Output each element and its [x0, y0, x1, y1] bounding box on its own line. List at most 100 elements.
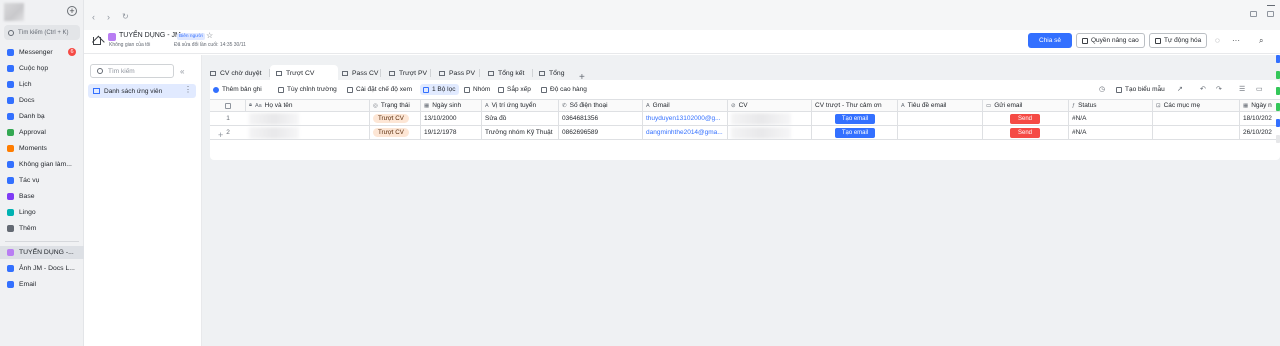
view-settings-button[interactable]: Cài đặt chế độ xem — [347, 84, 412, 95]
column-header-email-subject[interactable]: A Tiêu đề email — [898, 99, 983, 112]
cell-date[interactable]: 18/10/202 — [1240, 112, 1280, 126]
cell-phone[interactable]: 0862696589 — [559, 126, 643, 140]
create-email-button[interactable]: Tạo email — [835, 113, 875, 124]
cell-name[interactable] — [246, 112, 370, 126]
pinned-item-recruitment[interactable]: TUYỂN DỤNG -... — [0, 246, 84, 259]
tab-cv-passed[interactable]: Pass CV — [336, 65, 384, 81]
plugin-marker[interactable] — [1276, 55, 1280, 63]
more-vertical-icon[interactable]: ⋮ — [184, 85, 192, 94]
column-header-dob[interactable]: ▦ Ngày sinh — [421, 99, 482, 112]
sidebar-item-meetings[interactable]: Cuộc họp — [0, 62, 84, 75]
sidebar-item-lingo[interactable]: Lingo — [0, 206, 84, 219]
sidebar-item-contacts[interactable]: Danh bạ — [0, 110, 84, 123]
avatar[interactable] — [4, 3, 24, 21]
cell-cv[interactable] — [728, 112, 812, 126]
sidebar-item-calendar[interactable]: Lịch — [0, 78, 84, 91]
tab-cv-pending[interactable]: CV chờ duyệt — [204, 65, 267, 81]
tab-summary[interactable]: Tổng kết — [482, 65, 530, 81]
cell-status-formula[interactable]: #N/A — [1069, 112, 1153, 126]
row-number[interactable]: 2 — [210, 126, 246, 140]
column-header-date[interactable]: ▦ Ngày n — [1240, 99, 1280, 112]
back-icon[interactable]: ‹ — [92, 12, 95, 22]
column-header-status[interactable]: ◎ Trạng thái — [370, 99, 421, 112]
cell-cv-thanks[interactable]: Tạo email — [812, 112, 898, 126]
column-header-parent-items[interactable]: ⊡ Các mục mẹ — [1153, 99, 1240, 112]
table-search-input[interactable]: Tìm kiếm — [90, 64, 174, 78]
pinned-item-email[interactable]: Email — [0, 278, 84, 291]
star-icon[interactable]: ☆ — [206, 31, 213, 40]
cell-dob[interactable]: 13/10/2000 — [421, 112, 482, 126]
sidebar-item-more[interactable]: Thêm — [0, 222, 84, 235]
pinned-item-docs[interactable]: Ảnh JM - Docs L... — [0, 262, 84, 275]
window-icon[interactable] — [1250, 11, 1257, 17]
cell-date[interactable]: 26/10/202 — [1240, 126, 1280, 140]
row-number[interactable]: 1 — [210, 112, 246, 126]
reload-icon[interactable]: ↻ — [122, 12, 129, 21]
more-icon[interactable]: ··· — [1232, 37, 1240, 45]
column-header-position[interactable]: A Vị trí ứng tuyển — [482, 99, 559, 112]
undo-icon[interactable]: ↶ — [1200, 86, 1206, 93]
table-item-candidates[interactable]: Danh sách ứng viên ⋮ — [88, 84, 196, 98]
sidebar-item-base[interactable]: Base — [0, 190, 84, 203]
column-header-cv-thanks[interactable]: CV trượt - Thư cảm ơn — [812, 99, 898, 112]
cell-email-subject[interactable] — [898, 112, 983, 126]
cell-parent-items[interactable] — [1153, 126, 1240, 140]
select-all-checkbox[interactable] — [224, 102, 231, 109]
cell-gmail[interactable]: dangminhthe2014@gma... — [643, 126, 728, 140]
tab-interview-failed[interactable]: Trượt PV — [383, 65, 433, 81]
column-header-status-formula[interactable]: ƒ Status — [1069, 99, 1153, 112]
minimize-icon[interactable] — [1267, 5, 1275, 6]
plugin-marker[interactable] — [1276, 119, 1280, 127]
sort-button[interactable]: Sắp xếp — [498, 84, 531, 95]
column-header-phone[interactable]: ✆ Số điện thoại — [559, 99, 643, 112]
cell-position[interactable]: Trưởng nhóm Kỹ Thuật — [482, 126, 559, 140]
create-form-button[interactable]: Tạo biểu mẫu — [1116, 84, 1165, 95]
cell-status[interactable]: Trượt CV — [370, 126, 421, 140]
search-icon[interactable]: ⌕ — [1259, 37, 1263, 45]
sidebar-item-workspace[interactable]: Không gian làm... — [0, 158, 84, 171]
global-search-input[interactable]: Tìm kiếm (Ctrl + K) — [4, 25, 80, 40]
cell-phone[interactable]: 0364681356 — [559, 112, 643, 126]
cell-parent-items[interactable] — [1153, 112, 1240, 126]
new-item-plus-icon[interactable]: + — [67, 6, 77, 16]
cell-gmail[interactable]: thuyduyen13102000@g... — [643, 112, 728, 126]
mail-icon[interactable] — [1267, 11, 1274, 17]
sidebar-item-docs[interactable]: Docs — [0, 94, 84, 107]
tab-total[interactable]: Tổng — [533, 65, 571, 81]
cell-name[interactable] — [246, 126, 370, 140]
share-button[interactable]: Chia sẻ — [1028, 33, 1072, 48]
column-header-send-email[interactable]: ▭ Gửi email — [983, 99, 1069, 112]
chat-icon[interactable]: ▭ — [1256, 86, 1263, 93]
cell-email-subject[interactable] — [898, 126, 983, 140]
cell-send-email[interactable]: Send — [983, 112, 1069, 126]
row-height-button[interactable]: Độ cao hàng — [541, 84, 587, 95]
send-button[interactable]: Send — [1010, 113, 1040, 124]
collapse-sidebar-icon[interactable]: « — [180, 67, 184, 76]
tab-cv-failed[interactable]: Trượt CV — [270, 65, 338, 81]
filter-button[interactable]: 1 Bộ lọc — [420, 84, 459, 95]
column-header-cv[interactable]: ⊘ CV — [728, 99, 812, 112]
bell-icon[interactable]: ◌ — [1215, 37, 1220, 45]
advanced-permissions-button[interactable]: Quyền nâng cao — [1076, 33, 1145, 48]
cell-cv-thanks[interactable]: Tạo email — [812, 126, 898, 140]
cell-position[interactable]: Sửa đồ — [482, 112, 559, 126]
automation-button[interactable]: Tự động hóa — [1149, 33, 1208, 48]
tab-interview-passed[interactable]: Pass PV — [433, 65, 481, 81]
cell-status[interactable]: Trượt CV — [370, 112, 421, 126]
column-header-gmail[interactable]: A Gmail — [643, 99, 728, 112]
select-all-header[interactable] — [210, 99, 246, 112]
cell-status-formula[interactable]: #N/A — [1069, 126, 1153, 140]
plugin-marker[interactable] — [1276, 135, 1280, 143]
add-row-icon[interactable]: + — [218, 130, 223, 140]
group-button[interactable]: Nhóm — [464, 84, 490, 95]
workspace-label[interactable]: Không gian của tôi — [109, 42, 150, 48]
share-view-icon[interactable]: ↗ — [1177, 86, 1183, 93]
create-email-button[interactable]: Tạo email — [835, 127, 875, 138]
forward-icon[interactable]: › — [107, 12, 110, 22]
sidebar-item-approval[interactable]: Approval — [0, 126, 84, 139]
plugin-marker[interactable] — [1276, 103, 1280, 111]
history-icon[interactable]: ◷ — [1099, 86, 1105, 93]
home-icon[interactable] — [93, 37, 101, 45]
customize-fields-button[interactable]: Tùy chỉnh trường — [278, 84, 337, 95]
column-header-name[interactable]: 🔒︎ Aa Họ và tên — [246, 99, 370, 112]
